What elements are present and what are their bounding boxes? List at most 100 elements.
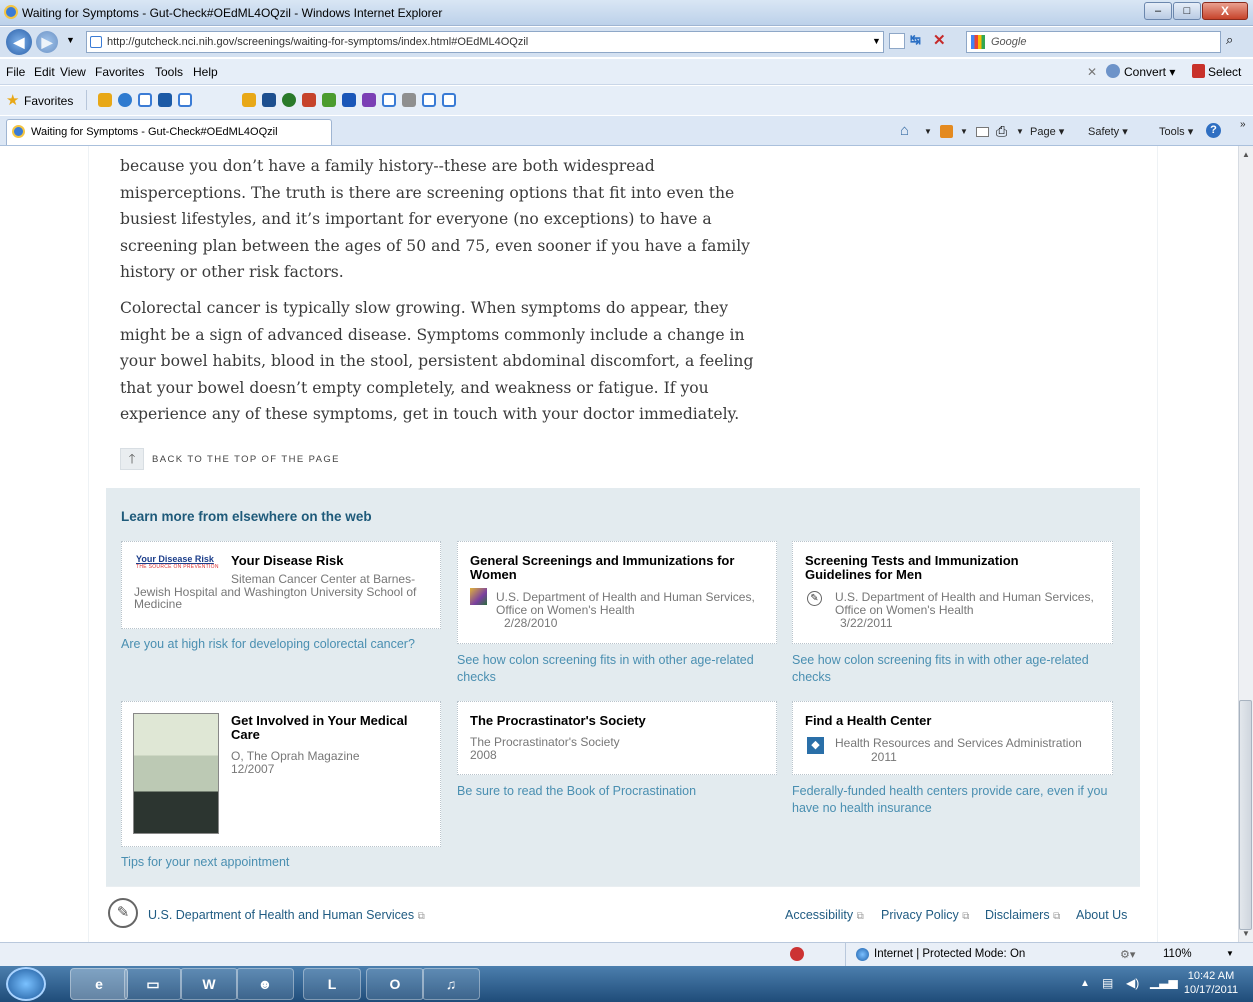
address-dropdown-icon[interactable]: ▼ <box>872 36 881 46</box>
favorites-bar: ★ Favorites <box>0 86 1253 115</box>
address-bar[interactable]: http://gutcheck.nci.nih.gov/screenings/w… <box>86 31 884 53</box>
favorite-link-icon[interactable] <box>322 93 336 107</box>
card-date: 3/22/2011 <box>840 616 893 630</box>
favorites-button[interactable]: Favorites <box>24 94 73 108</box>
forward-button[interactable]: ▶ <box>36 31 58 53</box>
card-source: The Procrastinator's Society <box>470 735 620 749</box>
mail-icon[interactable] <box>976 127 989 137</box>
close-button[interactable]: X <box>1202 2 1248 20</box>
taskbar-contacts-icon[interactable]: ☻ <box>236 968 294 1000</box>
start-button[interactable] <box>6 967 46 1001</box>
menu-tools[interactable]: Tools <box>155 65 183 79</box>
network-icon[interactable]: ▤ <box>1102 976 1113 990</box>
search-input[interactable]: Google <box>966 31 1221 53</box>
taskbar-app-icon[interactable]: L <box>303 968 361 1000</box>
scrollbar-thumb[interactable] <box>1239 700 1252 930</box>
taskbar-outlook-icon[interactable]: O <box>366 968 424 1000</box>
menu-view[interactable]: View <box>60 65 86 79</box>
taskbar-ie-icon[interactable]: e <box>70 968 128 1000</box>
refresh-icon[interactable]: ↹ <box>910 32 921 48</box>
convert-button[interactable]: Convert ▾ <box>1124 65 1175 79</box>
card-title[interactable]: The Procrastinator's Society <box>470 714 770 728</box>
card-date: 12/2007 <box>231 762 275 776</box>
favorite-link-icon[interactable] <box>442 93 456 107</box>
favorite-link-icon[interactable] <box>342 93 356 107</box>
card-link[interactable]: See how colon screening fits in with oth… <box>792 652 1092 685</box>
menu-file[interactable]: File <box>6 65 25 79</box>
tools-menu[interactable]: Tools ▾ <box>1159 125 1193 138</box>
toolbar-close-icon[interactable]: ✕ <box>1087 65 1097 79</box>
home-dropdown-icon[interactable]: ▼ <box>924 127 932 136</box>
card-link[interactable]: Tips for your next appointment <box>121 854 421 871</box>
taskbar-itunes-icon[interactable]: ♫ <box>422 968 480 1000</box>
card-link[interactable]: Are you at high risk for developing colo… <box>121 636 421 653</box>
favorite-link-icon[interactable] <box>402 93 416 107</box>
security-zone-text[interactable]: Internet | Protected Mode: On <box>874 948 1025 960</box>
favorite-link-icon[interactable] <box>362 93 376 107</box>
favorite-link-icon[interactable] <box>158 93 172 107</box>
zoom-dropdown-icon[interactable]: ▼ <box>1226 949 1234 958</box>
taskbar-word-icon[interactable]: W <box>180 968 238 1000</box>
favorite-link-icon[interactable] <box>262 93 276 107</box>
select-button[interactable]: Select <box>1208 65 1241 79</box>
favorite-link-icon[interactable] <box>422 93 436 107</box>
card-source: Siteman Cancer Center at Barnes-Jewish H… <box>134 572 417 611</box>
favorite-link-icon[interactable] <box>282 93 296 107</box>
scroll-down-icon[interactable]: ▼ <box>1242 929 1250 938</box>
convert-icon <box>1106 64 1120 78</box>
back-button[interactable]: ◀ <box>6 29 32 55</box>
recent-pages-dropdown-icon[interactable]: ▼ <box>66 35 75 45</box>
menu-favorites[interactable]: Favorites <box>95 65 144 79</box>
footer-privacy-link[interactable]: Privacy Policy ⧉ <box>881 908 969 922</box>
favorite-link-icon[interactable] <box>302 93 316 107</box>
tracking-icon[interactable]: ⚙▾ <box>1120 948 1135 961</box>
toolbar-overflow-icon[interactable]: » <box>1240 119 1246 130</box>
card-title[interactable]: Your Disease Risk <box>231 554 431 568</box>
show-hidden-icons[interactable]: ▲ <box>1080 978 1090 989</box>
help-icon[interactable]: ? <box>1206 123 1221 138</box>
signal-icon[interactable]: ▁▃▅ <box>1150 975 1178 989</box>
menu-edit[interactable]: Edit <box>34 65 55 79</box>
menu-help[interactable]: Help <box>193 65 218 79</box>
pdf-select-icon <box>1192 64 1205 78</box>
maximize-button[interactable]: □ <box>1173 2 1201 20</box>
footer-hhs-link[interactable]: U.S. Department of Health and Human Serv… <box>148 908 425 922</box>
footer-disclaimers-link[interactable]: Disclaimers ⧉ <box>985 908 1060 922</box>
feeds-icon[interactable] <box>940 125 953 138</box>
favorite-link-icon[interactable] <box>382 93 396 107</box>
footer-about-link[interactable]: About Us <box>1076 908 1127 922</box>
print-dropdown-icon[interactable]: ▼ <box>1016 127 1024 136</box>
zoom-level[interactable]: 110% <box>1163 948 1192 960</box>
favorite-link-icon[interactable] <box>118 93 132 107</box>
card-link[interactable]: Be sure to read the Book of Procrastinat… <box>457 783 757 800</box>
window-titlebar[interactable]: Waiting for Symptoms - Gut-Check#OEdML4O… <box>0 0 1253 26</box>
tab-current[interactable]: Waiting for Symptoms - Gut-Check#OEdML4O… <box>6 119 332 145</box>
taskbar-clock[interactable]: 10:42 AM 10/17/2011 <box>1176 969 1246 997</box>
card-title[interactable]: Get Involved in Your Medical Care <box>231 714 431 742</box>
footer-accessibility-link[interactable]: Accessibility ⧉ <box>785 908 864 922</box>
page-menu[interactable]: Page ▾ <box>1030 125 1064 138</box>
print-icon[interactable]: ⎙ <box>996 123 1007 140</box>
favorite-link-icon[interactable] <box>242 93 256 107</box>
minimize-button[interactable]: – <box>1144 2 1172 20</box>
feeds-dropdown-icon[interactable]: ▼ <box>960 127 968 136</box>
stop-icon[interactable]: ✕ <box>933 31 946 49</box>
card-link[interactable]: Federally-funded health centers provide … <box>792 783 1122 816</box>
search-icon[interactable]: ⌕ <box>1226 32 1233 48</box>
volume-icon[interactable]: ◀) <box>1126 976 1139 990</box>
card-link[interactable]: See how colon screening fits in with oth… <box>457 652 757 685</box>
card-title[interactable]: Find a Health Center <box>805 714 1105 728</box>
favorite-link-icon[interactable] <box>138 93 152 107</box>
favorite-link-icon[interactable] <box>178 93 192 107</box>
scroll-up-icon[interactable]: ▲ <box>1242 150 1250 159</box>
compatibility-view-icon[interactable] <box>889 33 905 49</box>
card-title[interactable]: General Screenings and Immunizations for… <box>470 554 770 582</box>
safety-menu[interactable]: Safety ▾ <box>1088 125 1128 138</box>
taskbar-explorer-icon[interactable]: ▭ <box>124 968 182 1000</box>
tab-title: Waiting for Symptoms - Gut-Check#OEdML4O… <box>31 126 278 138</box>
card-date: 2008 <box>470 748 497 762</box>
privacy-report-icon[interactable] <box>790 947 804 961</box>
home-icon[interactable]: ⌂ <box>900 122 909 139</box>
add-favorite-icon[interactable] <box>98 93 112 107</box>
card-title[interactable]: Screening Tests and Immunization Guideli… <box>805 554 1065 582</box>
